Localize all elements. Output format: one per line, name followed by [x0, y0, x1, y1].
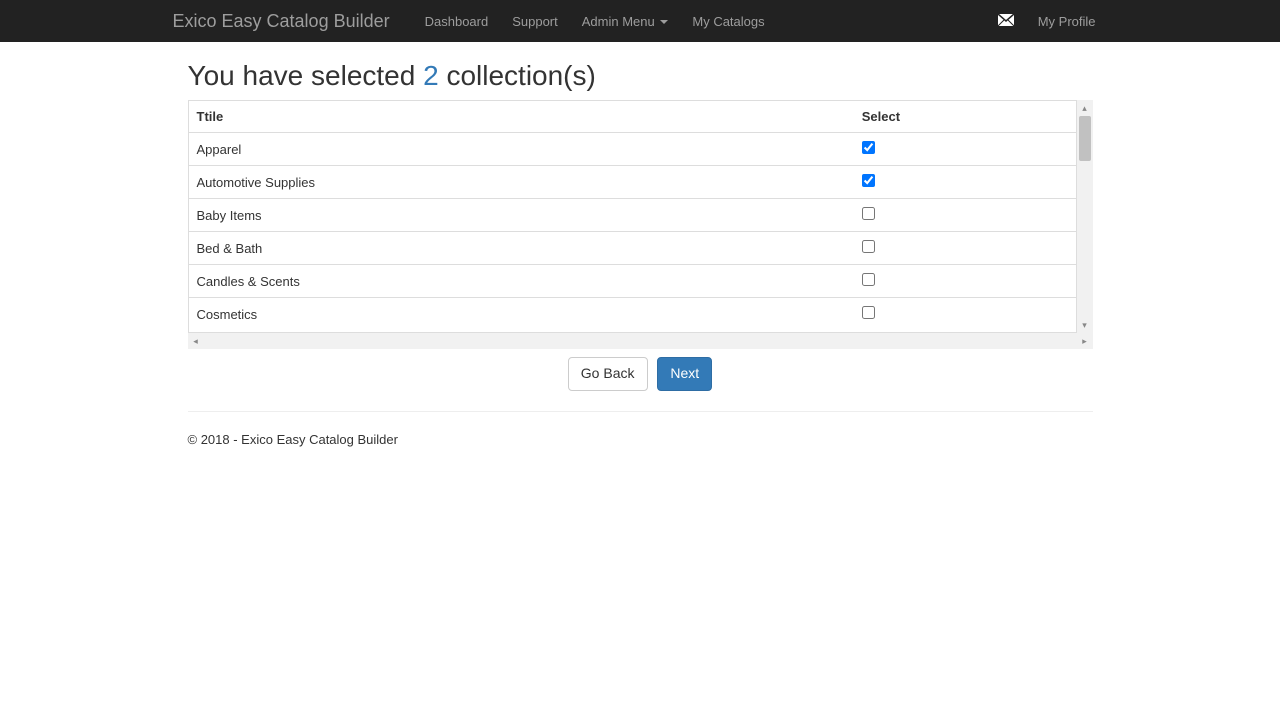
page-title: You have selected 2 collection(s)	[188, 60, 1093, 92]
row-select-cell	[854, 265, 1076, 298]
col-select: Select	[854, 101, 1076, 133]
table-row: Baby Items	[189, 199, 1076, 232]
next-button[interactable]: Next	[657, 357, 712, 391]
select-checkbox[interactable]	[862, 174, 875, 187]
nav-dashboard[interactable]: Dashboard	[413, 2, 501, 41]
select-checkbox[interactable]	[862, 141, 875, 154]
row-select-cell	[854, 199, 1076, 232]
hscroll-track[interactable]	[204, 333, 1077, 349]
nav-my-catalogs[interactable]: My Catalogs	[680, 2, 776, 41]
vertical-scrollbar[interactable]: ▴ ▾	[1077, 100, 1093, 333]
nav-right: My Profile	[986, 2, 1108, 41]
row-title: Apparel	[189, 133, 854, 166]
horizontal-scrollbar[interactable]: ◂ ▸	[188, 333, 1093, 349]
select-checkbox[interactable]	[862, 240, 875, 253]
divider	[188, 411, 1093, 412]
table-row: Cosmetics	[189, 298, 1076, 331]
row-select-cell	[854, 298, 1076, 331]
scroll-left-arrow-icon[interactable]: ◂	[188, 333, 204, 349]
select-checkbox[interactable]	[862, 273, 875, 286]
go-back-button[interactable]: Go Back	[568, 357, 648, 391]
scroll-down-arrow-icon[interactable]: ▾	[1077, 317, 1093, 333]
selected-count: 2	[423, 60, 439, 91]
row-select-cell	[854, 166, 1076, 199]
select-checkbox[interactable]	[862, 207, 875, 220]
nav-links: Dashboard Support Admin Menu My Catalogs	[413, 2, 777, 41]
scroll-right-arrow-icon[interactable]: ▸	[1077, 333, 1093, 349]
row-select-cell	[854, 133, 1076, 166]
nav-my-profile[interactable]: My Profile	[1026, 2, 1108, 41]
nav-admin-menu[interactable]: Admin Menu	[570, 2, 681, 41]
row-title: Bed & Bath	[189, 232, 854, 265]
heading-prefix: You have selected	[188, 60, 424, 91]
row-title: Cosmetics	[189, 298, 854, 331]
table-row: Automotive Supplies	[189, 166, 1076, 199]
envelope-icon[interactable]	[986, 3, 1026, 39]
collection-panel: Ttile Select ApparelAutomotive SuppliesB…	[188, 100, 1093, 333]
scroll-up-arrow-icon[interactable]: ▴	[1077, 100, 1093, 116]
row-title: Automotive Supplies	[189, 166, 854, 199]
heading-suffix: collection(s)	[439, 60, 596, 91]
col-title: Ttile	[189, 101, 854, 133]
scroll-thumb[interactable]	[1079, 116, 1091, 161]
scroll-track[interactable]	[1077, 116, 1093, 317]
row-title: Candles & Scents	[189, 265, 854, 298]
nav-admin-menu-label: Admin Menu	[582, 14, 655, 29]
navbar: Exico Easy Catalog Builder Dashboard Sup…	[0, 0, 1280, 42]
brand-link[interactable]: Exico Easy Catalog Builder	[173, 1, 405, 42]
select-checkbox[interactable]	[862, 306, 875, 319]
collection-table: Ttile Select ApparelAutomotive SuppliesB…	[189, 101, 1076, 330]
table-row: Apparel	[189, 133, 1076, 166]
nav-support[interactable]: Support	[500, 2, 570, 41]
table-row: Candles & Scents	[189, 265, 1076, 298]
table-row: Bed & Bath	[189, 232, 1076, 265]
button-row: Go Back Next	[188, 357, 1093, 391]
row-title: Baby Items	[189, 199, 854, 232]
row-select-cell	[854, 232, 1076, 265]
footer-text: © 2018 - Exico Easy Catalog Builder	[188, 432, 1093, 467]
chevron-down-icon	[660, 20, 668, 24]
